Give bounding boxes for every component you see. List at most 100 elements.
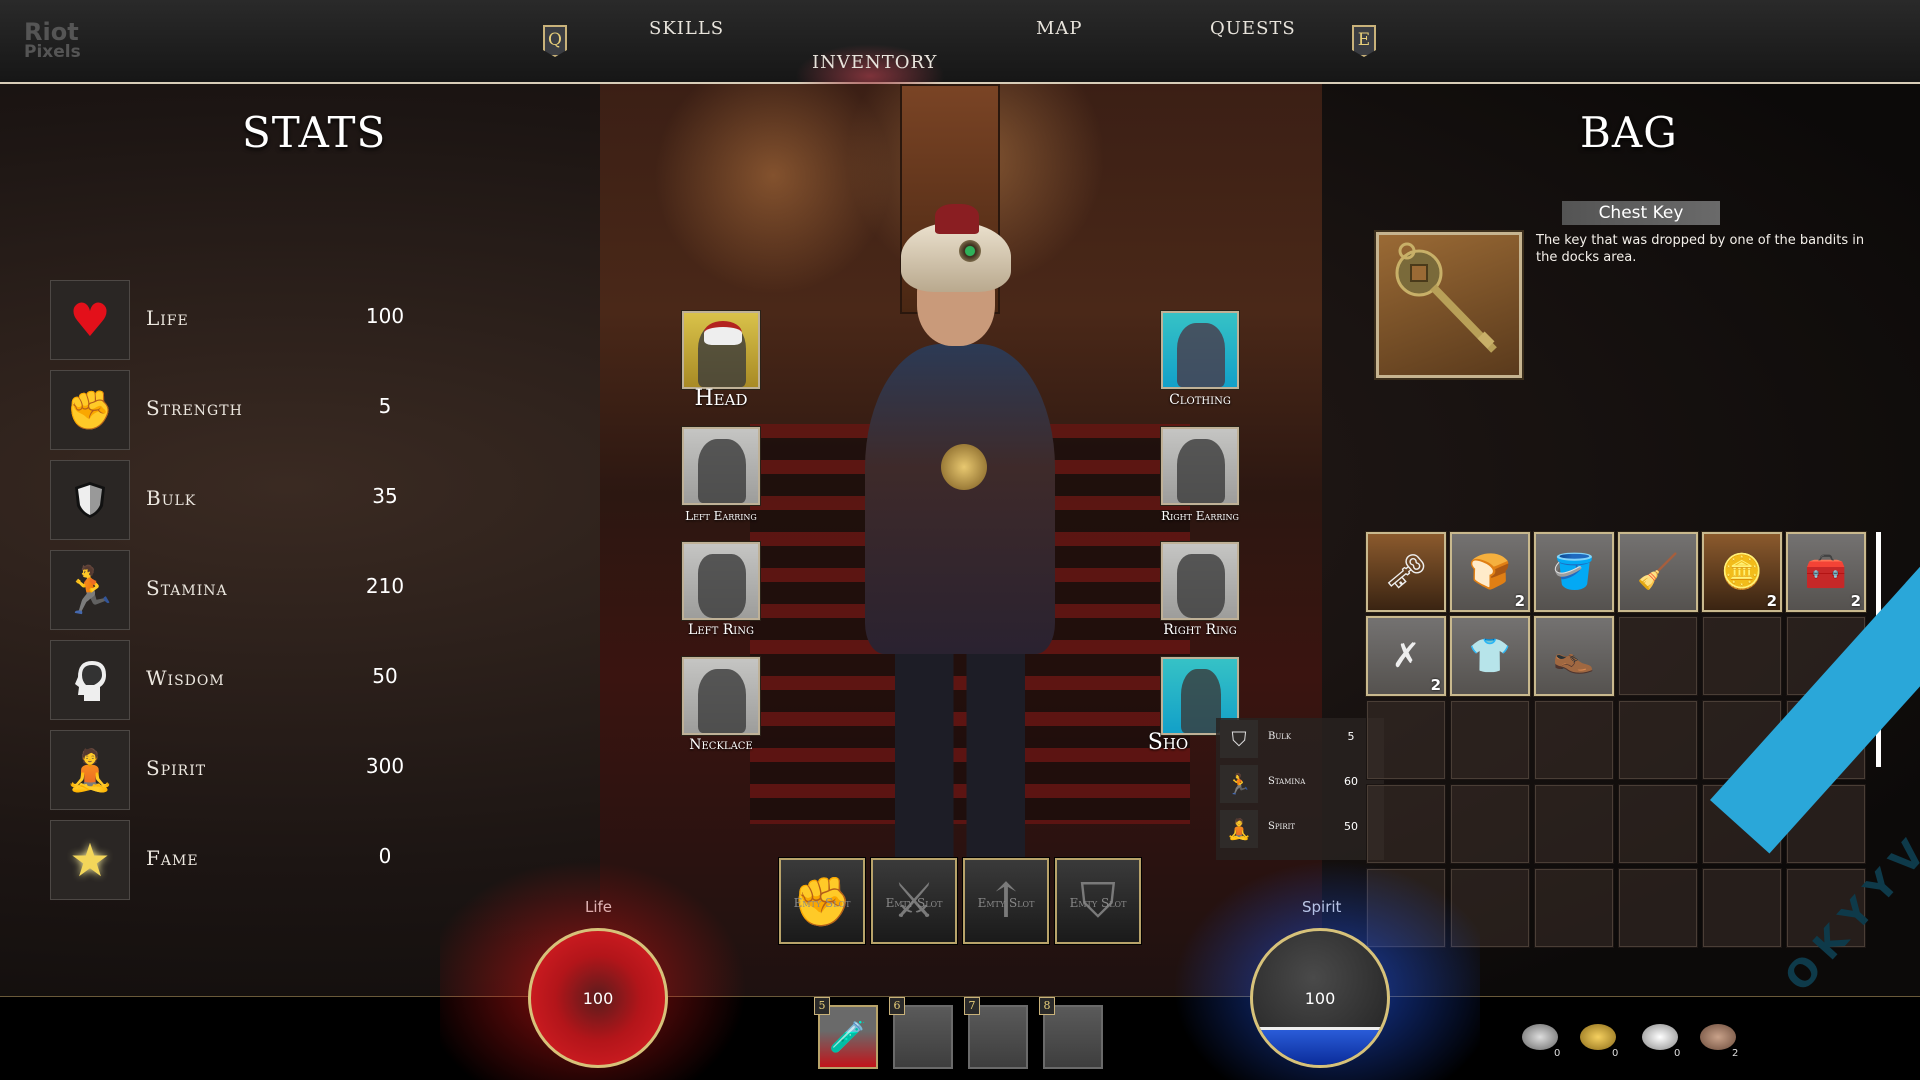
bag-slot-blue-shirt[interactable]: 👕 — [1450, 616, 1530, 696]
broom-icon: 🧹 — [1636, 552, 1680, 592]
quick-slot-5[interactable]: 5 🧪 — [814, 997, 878, 1069]
bag-slot-toolbox[interactable]: 🧰 2 — [1786, 532, 1866, 612]
copper-coins-icon — [1700, 1024, 1736, 1050]
brain-head-icon — [50, 640, 130, 720]
selected-item-description: The key that was dropped by one of the b… — [1536, 233, 1865, 265]
equip-label-left-ring: Left Ring — [688, 622, 754, 638]
game-inventory-screen: Riot Pixels Q SKILLS INVENTORY MAP QUEST… — [0, 0, 1920, 1080]
equip-slot-clothing[interactable] — [1161, 311, 1239, 389]
weapon-slot-shield[interactable]: ⛉ Emty Slot — [1055, 858, 1141, 944]
bag-slot-red-shoes[interactable]: 👞 — [1534, 616, 1614, 696]
q-key-prev-tab-icon[interactable]: Q — [543, 25, 567, 57]
meditation-icon: 🧘 — [50, 730, 130, 810]
diamond-coins-icon — [1522, 1024, 1558, 1050]
compare-row-bulk: ⛉ Bulk 5 — [1216, 718, 1384, 760]
stat-row-life: ♥ Life 100 — [50, 280, 450, 360]
player-character-model[interactable] — [825, 204, 1095, 944]
meditation-icon: 🧘 — [1220, 810, 1258, 848]
star-icon: ★ — [50, 820, 130, 900]
earring-silhouette-icon — [698, 439, 746, 503]
equip-slot-head[interactable] — [682, 311, 760, 389]
spirit-orb: 100 — [1250, 928, 1390, 1068]
bag-slot-empty[interactable] — [1450, 700, 1530, 780]
health-potion-icon: 🧪 — [829, 1019, 867, 1055]
quick-slot-8[interactable]: 8 — [1039, 997, 1103, 1069]
weapon-slot-ranged[interactable]: ↑ Emty Slot — [963, 858, 1049, 944]
stat-row-wisdom: Wisdom 50 — [50, 640, 450, 720]
clothing-icon — [1177, 323, 1225, 387]
bag-slot-empty[interactable] — [1618, 616, 1698, 696]
red-shoes-icon: 👞 — [1552, 636, 1596, 676]
hand-silhouette-icon — [698, 554, 746, 618]
equip-label-right-earring: Right Earring — [1161, 509, 1239, 523]
equip-slot-necklace[interactable] — [682, 657, 760, 735]
tab-quests[interactable]: QUESTS — [1210, 18, 1296, 39]
currency-silver: 0 — [1642, 1024, 1686, 1064]
equip-label-right-ring: Right Ring — [1163, 622, 1237, 638]
quick-slot-6[interactable]: 6 — [889, 997, 953, 1069]
shield-icon: ⛉ — [1220, 720, 1258, 758]
weapon-slot-melee[interactable]: ✊ Emty Slot — [779, 858, 865, 944]
running-man-icon: 🏃 — [1220, 765, 1258, 803]
bottom-hud-bar — [0, 996, 1920, 1080]
equip-slot-left-ring[interactable] — [682, 542, 760, 620]
blue-shirt-icon: 👕 — [1468, 636, 1512, 676]
wooden-bucket-icon: 🪣 — [1552, 552, 1596, 592]
bag-slot-empty[interactable] — [1618, 700, 1698, 780]
compare-row-spirit: 🧘 Spirit 50 — [1216, 808, 1384, 850]
item-compare-tooltip: ⛉ Bulk 5 🏃 Stamina 60 🧘 Spirit 50 — [1216, 718, 1384, 860]
equip-label-necklace: Necklace — [689, 737, 753, 753]
bag-slot-chest-key[interactable]: 🗝 — [1366, 532, 1446, 612]
bag-slot-empty[interactable] — [1534, 868, 1614, 948]
stats-title: STATS — [242, 108, 387, 157]
bag-slot-empty[interactable] — [1618, 784, 1698, 864]
shield-icon — [50, 460, 130, 540]
life-orb-value: 100 — [582, 989, 614, 1008]
e-key-next-tab-icon[interactable]: E — [1352, 25, 1376, 57]
bag-slot-empty[interactable] — [1702, 868, 1782, 948]
bag-title: BAG — [1580, 108, 1678, 157]
currency-gold: 0 — [1580, 1024, 1624, 1064]
stat-row-strength: ✊ Strength 5 — [50, 370, 450, 450]
bag-slot-empty[interactable] — [1534, 784, 1614, 864]
equip-label-shoes: Sho — [1147, 730, 1189, 755]
equip-slot-right-earring[interactable] — [1161, 427, 1239, 505]
tab-skills[interactable]: SKILLS — [649, 18, 724, 39]
running-man-icon: 🏃 — [50, 550, 130, 630]
item-quantity: 2 — [1514, 592, 1525, 610]
equip-slot-left-earring[interactable] — [682, 427, 760, 505]
bag-slot-empty[interactable] — [1366, 700, 1446, 780]
equip-label-clothing: Clothing — [1169, 392, 1231, 408]
bag-slot-lockpicks[interactable]: ✗ 2 — [1366, 616, 1446, 696]
boots-icon — [1181, 669, 1221, 733]
top-navigation-bar: Riot Pixels Q SKILLS INVENTORY MAP QUEST… — [0, 0, 1920, 84]
chest-key-icon — [1395, 242, 1497, 353]
equip-label-head: Head — [694, 386, 748, 411]
bag-slot-empty[interactable] — [1534, 700, 1614, 780]
bag-slot-broom[interactable]: 🧹 — [1618, 532, 1698, 612]
tab-inventory[interactable]: INVENTORY — [812, 52, 937, 73]
heart-icon: ♥ — [50, 280, 130, 360]
tab-map[interactable]: MAP — [1036, 18, 1083, 39]
currency-copper: 2 — [1700, 1024, 1744, 1064]
life-orb: 100 — [528, 928, 668, 1068]
bag-slot-wooden-bucket[interactable]: 🪣 — [1534, 532, 1614, 612]
riot-pixels-watermark: Riot Pixels — [24, 18, 81, 62]
selected-item-preview — [1374, 230, 1524, 380]
turban-icon — [704, 321, 742, 345]
silver-coins-icon — [1642, 1024, 1678, 1050]
bag-slot-bread[interactable]: 🍞 2 — [1450, 532, 1530, 612]
quick-slot-7[interactable]: 7 — [964, 997, 1028, 1069]
bag-slot-empty[interactable] — [1618, 868, 1698, 948]
gold-coins-icon — [1580, 1024, 1616, 1050]
spirit-orb-value: 100 — [1304, 989, 1336, 1008]
item-quantity: 2 — [1430, 676, 1441, 694]
stat-row-bulk: Bulk 35 — [50, 460, 450, 540]
equip-slot-right-ring[interactable] — [1161, 542, 1239, 620]
selected-item-name: Chest Key — [1562, 201, 1720, 225]
bag-slot-coins[interactable]: 🪙 2 — [1702, 532, 1782, 612]
stat-row-stamina: 🏃 Stamina 210 — [50, 550, 450, 630]
weapon-slot-sword[interactable]: ⚔ Emty Slot — [871, 858, 957, 944]
hand-silhouette-icon — [1177, 554, 1225, 618]
bag-slot-empty[interactable] — [1702, 616, 1782, 696]
